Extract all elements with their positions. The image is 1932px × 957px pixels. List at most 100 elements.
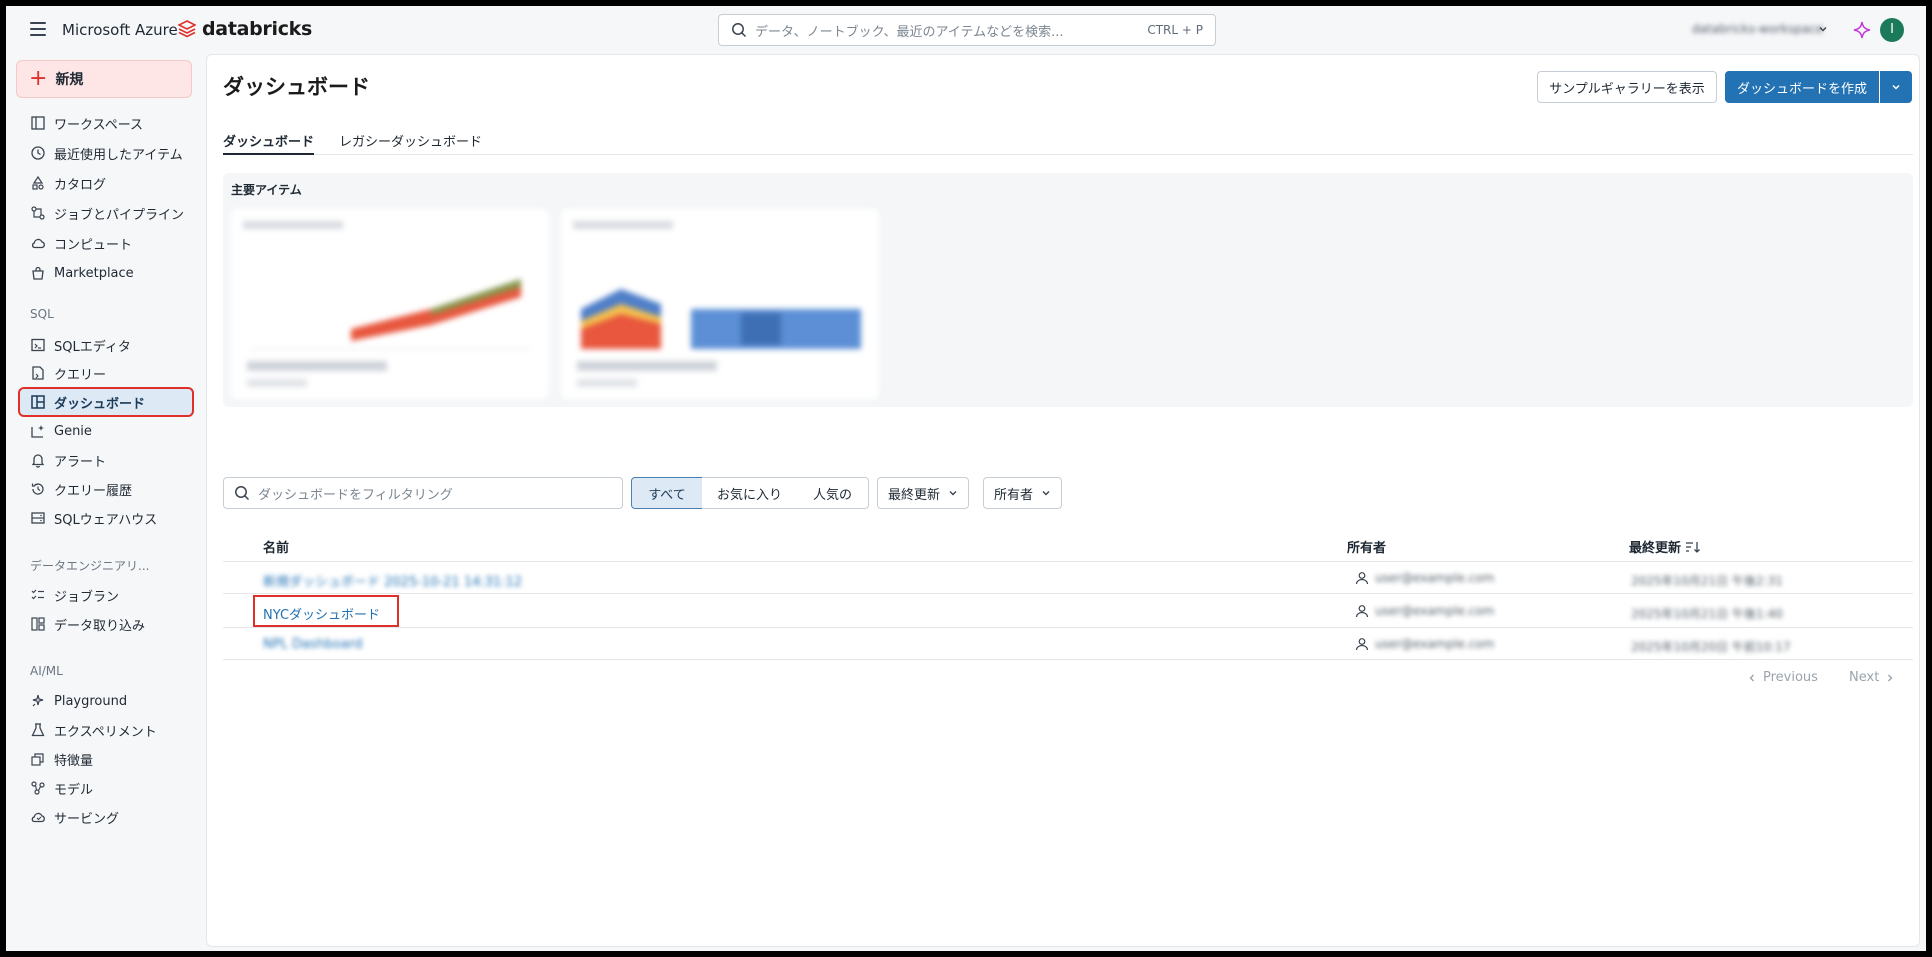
user-icon <box>1355 605 1369 618</box>
create-dashboard-button[interactable]: ダッシュボードを作成 <box>1725 71 1879 103</box>
models-icon <box>31 781 45 795</box>
sidebar-item-label: カタログ <box>54 177 107 193</box>
sidebar-item-job-runs[interactable]: ジョブラン <box>20 582 192 608</box>
row-last-updated: 2025年10月20日 午前10:17 <box>1631 640 1791 654</box>
pagination-next[interactable]: Next <box>1849 670 1895 685</box>
sidebar-item-marketplace[interactable]: Marketplace <box>20 260 192 286</box>
plus-icon: + <box>29 66 48 91</box>
dashboard-icon <box>31 395 45 409</box>
sidebar-item-queries[interactable]: クエリー <box>20 360 192 386</box>
job-runs-icon <box>31 589 44 600</box>
owner-dropdown[interactable]: 所有者 <box>983 477 1063 509</box>
playground-icon <box>32 694 44 707</box>
sidebar-item-label: 特徴量 <box>54 753 94 769</box>
catalog-icon <box>32 175 44 190</box>
page-title: ダッシュボード <box>223 75 370 99</box>
new-button[interactable]: + 新規 <box>16 60 192 98</box>
sidebar-item-label: クエリー履歴 <box>54 483 133 499</box>
search-icon <box>732 23 747 38</box>
sort-descending-icon <box>1686 541 1700 553</box>
pagination-previous-label: Previous <box>1763 670 1818 685</box>
chevron-down-icon <box>1892 84 1900 90</box>
marketplace-icon <box>32 266 44 280</box>
row-divider <box>223 659 1913 660</box>
tab-dashboards[interactable]: ダッシュボード <box>223 125 315 155</box>
last-updated-dropdown-label: 最終更新 <box>888 487 941 503</box>
menu-icon[interactable] <box>30 22 46 36</box>
sidebar-item-query-history[interactable]: クエリー履歴 <box>20 476 192 502</box>
sidebar-item-playground[interactable]: Playground <box>20 688 192 714</box>
pagination-previous[interactable]: Previous <box>1747 670 1818 685</box>
section-label-ai-ml: AI/ML <box>30 664 63 678</box>
sidebar-item-jobs[interactable]: ジョブとパイプライン <box>20 200 192 226</box>
sidebar-item-workspace[interactable]: ワークスペース <box>20 110 192 136</box>
search-icon <box>235 486 250 501</box>
cloud-icon <box>31 238 45 249</box>
featured-items-title: 主要アイテム <box>231 183 302 197</box>
featured-items-panel: 主要アイテム <box>223 173 1913 407</box>
pagination-next-label: Next <box>1849 670 1880 685</box>
assistant-sparkle-icon[interactable] <box>1852 20 1872 40</box>
sidebar-item-label: Genie <box>54 423 92 439</box>
row-owner-text: user@example.com <box>1375 637 1495 651</box>
chevron-down-icon[interactable] <box>1818 24 1828 34</box>
sidebar-item-label: クエリー <box>54 367 107 383</box>
chevron-right-icon <box>1888 674 1893 681</box>
sidebar-item-alerts[interactable]: アラート <box>20 447 192 473</box>
sidebar-item-models[interactable]: モデル <box>20 775 192 801</box>
sidebar-item-genie[interactable]: Genie <box>20 418 192 444</box>
dashboard-filter-input[interactable]: ダッシュボードをフィルタリング <box>223 477 623 509</box>
last-updated-dropdown[interactable]: 最終更新 <box>877 477 970 509</box>
segment-favorites[interactable]: お気に入り <box>702 477 798 509</box>
sidebar-item-label: サービング <box>54 811 120 827</box>
features-icon <box>31 753 44 766</box>
brand-microsoft-azure[interactable]: Microsoft Azure <box>62 21 178 39</box>
top-bar: Microsoft Azure databricks データ、ノートブック、最近… <box>6 6 1926 54</box>
sidebar-item-label: モデル <box>54 782 94 798</box>
featured-dashboard-card[interactable] <box>231 209 549 399</box>
sidebar-item-recents[interactable]: 最近使用したアイテム <box>20 140 192 166</box>
annotation-highlight-box <box>253 595 399 627</box>
brand-databricks[interactable]: databricks <box>178 18 312 40</box>
sidebar-item-label: SQLエディタ <box>54 339 131 355</box>
main-panel: ダッシュボード サンプルギャラリーを表示 ダッシュボードを作成 ダッシュボード … <box>206 54 1920 947</box>
sidebar-item-compute[interactable]: コンピュート <box>20 230 192 256</box>
dashboard-name-link[interactable]: 新規ダッシュボード 2025-10-21 14:31:12 <box>263 571 522 590</box>
sidebar-item-label: ジョブラン <box>54 589 120 605</box>
user-avatar[interactable]: I <box>1880 18 1904 42</box>
column-header-owner[interactable]: 所有者 <box>1347 537 1386 556</box>
history-icon <box>31 483 44 495</box>
sidebar-item-serving[interactable]: サービング <box>20 804 192 830</box>
section-label-sql: SQL <box>30 307 54 321</box>
sidebar-item-dashboards[interactable]: ダッシュボード <box>18 387 194 417</box>
sidebar-item-data-ingestion[interactable]: データ取り込み <box>20 611 192 637</box>
user-icon <box>1355 572 1369 585</box>
sidebar-item-label: ワークスペース <box>54 117 144 133</box>
warehouse-icon <box>31 512 45 524</box>
table-header-divider <box>223 561 1913 562</box>
sidebar-item-label: ジョブとパイプライン <box>54 207 185 223</box>
column-header-last-updated-label: 最終更新 <box>1629 541 1682 556</box>
segment-all[interactable]: すべて <box>631 477 703 509</box>
sidebar-item-experiments[interactable]: エクスペリメント <box>20 717 192 743</box>
sidebar-item-label: Playground <box>54 693 128 709</box>
row-owner-text: user@example.com <box>1375 604 1495 618</box>
column-header-last-updated[interactable]: 最終更新 <box>1629 537 1701 556</box>
column-header-name[interactable]: 名前 <box>263 537 289 556</box>
sidebar-item-features[interactable]: 特徴量 <box>20 746 192 772</box>
sidebar-item-sql-warehouses[interactable]: SQLウェアハウス <box>20 505 192 531</box>
create-dashboard-menu-button[interactable] <box>1880 71 1912 103</box>
databricks-logo-icon <box>178 20 196 38</box>
row-divider <box>223 593 1913 594</box>
sidebar-item-catalog[interactable]: カタログ <box>20 170 192 196</box>
sidebar-item-sql-editor[interactable]: SQLエディタ <box>20 332 192 358</box>
jobs-icon <box>31 206 45 220</box>
workspace-selector[interactable]: databricks-workspace <box>1692 22 1823 36</box>
dashboard-name-link[interactable]: NPL Dashboard <box>263 637 362 652</box>
tab-legacy-dashboards[interactable]: レガシーダッシュボード <box>339 125 482 155</box>
featured-dashboard-card[interactable] <box>561 209 879 399</box>
sample-gallery-button[interactable]: サンプルギャラリーを表示 <box>1537 71 1717 103</box>
search-placeholder: データ、ノートブック、最近のアイテムなどを検索... <box>755 24 1064 40</box>
global-search-input[interactable]: データ、ノートブック、最近のアイテムなどを検索... CTRL + P <box>718 14 1216 46</box>
segment-popular[interactable]: 人気の <box>797 477 869 509</box>
